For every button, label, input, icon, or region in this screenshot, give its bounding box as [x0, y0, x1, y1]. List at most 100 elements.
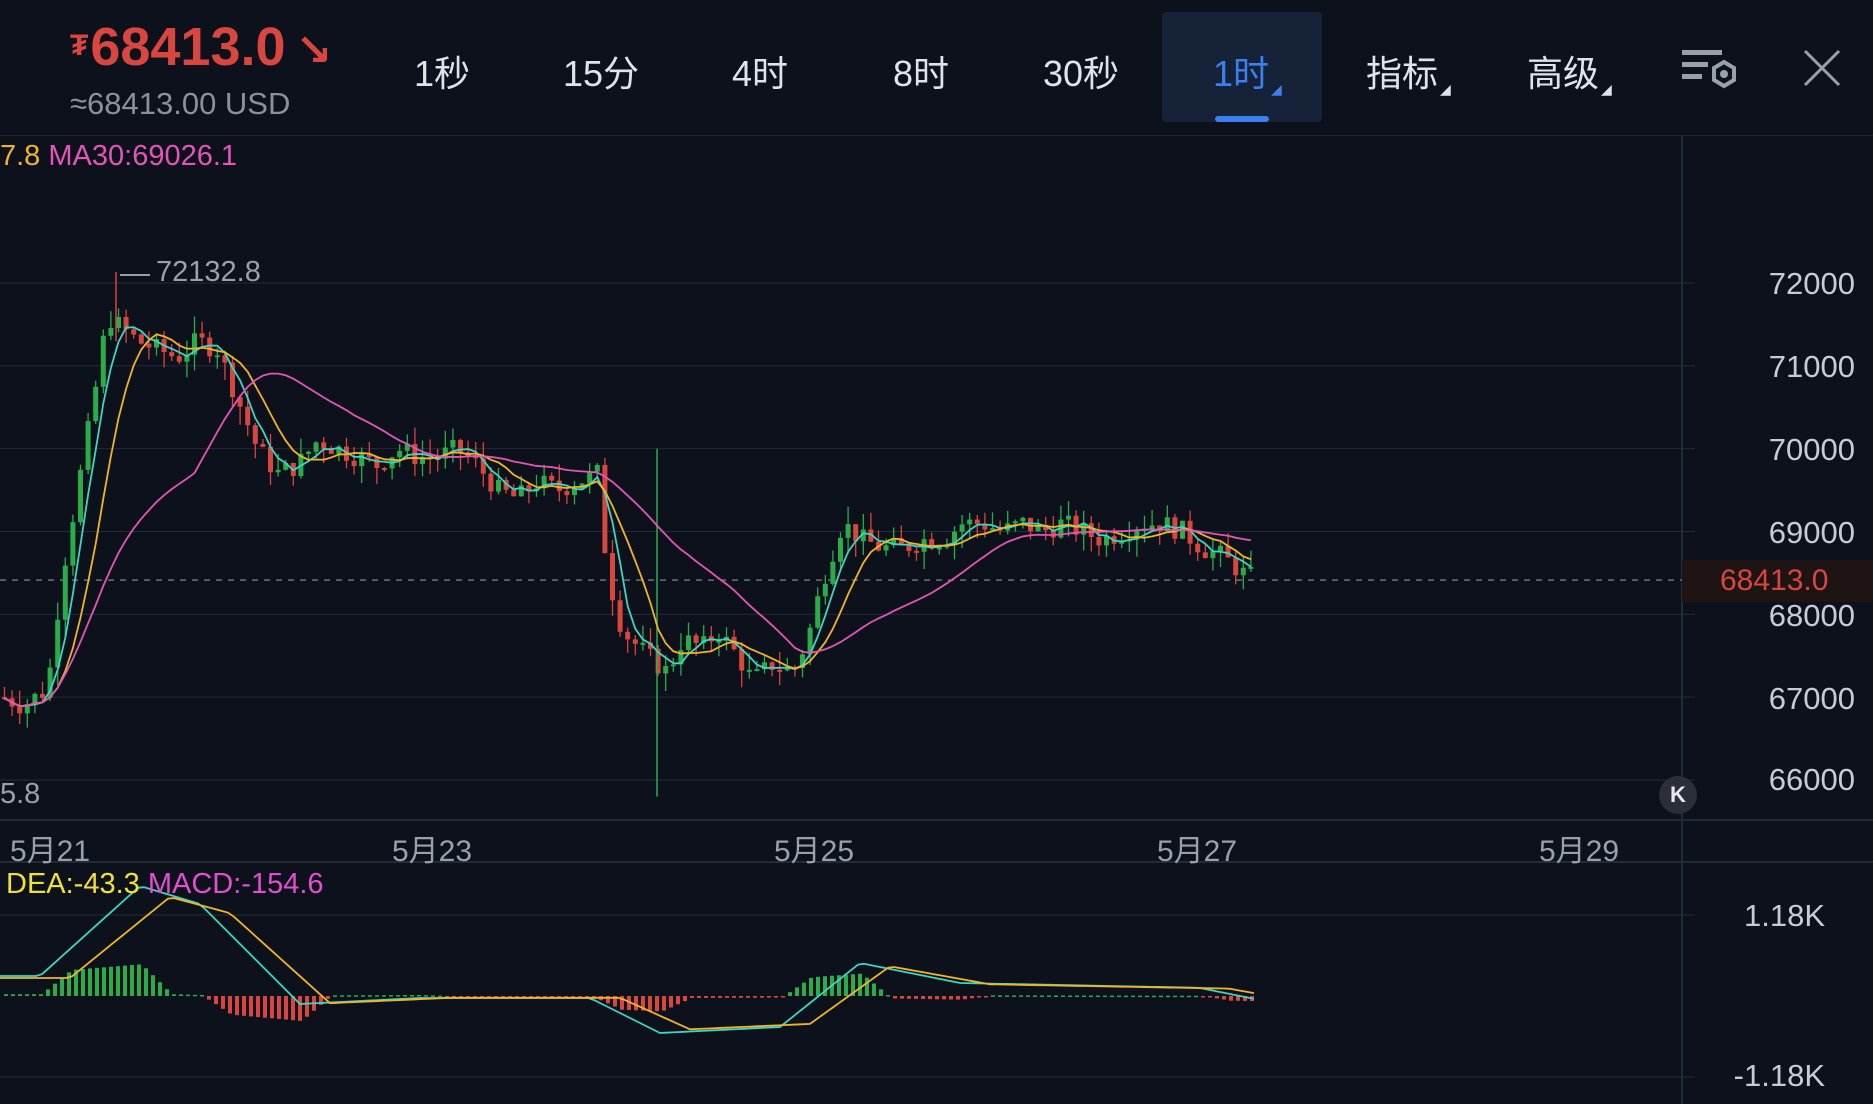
candle-body [610, 553, 615, 601]
candle-body [564, 491, 570, 496]
macd-histogram-bar [1222, 996, 1226, 1000]
x-tick: 5月29 [1539, 835, 1620, 868]
candle-body [746, 669, 752, 672]
candle-body [686, 635, 691, 651]
macd-histogram-bar [788, 992, 792, 996]
candle-body [777, 669, 783, 672]
candle-body [815, 596, 821, 628]
macd-histogram-bar [214, 996, 218, 1005]
macd-histogram-bar [753, 996, 757, 998]
y-tick: 69000 [1768, 515, 1855, 550]
macd-histogram-bar [60, 978, 64, 996]
macd-histogram-bar [186, 994, 190, 997]
macd-histogram-bar [340, 995, 344, 997]
macd-histogram-bar [1019, 995, 1023, 997]
macd-histogram-bar [949, 996, 953, 1000]
candle-body [739, 649, 745, 671]
macd-histogram-bar [11, 994, 15, 996]
macd-histogram-bar [116, 966, 120, 996]
macd-histogram-bar [1208, 996, 1212, 998]
macd-histogram-bar [669, 996, 673, 1008]
macd-histogram-bar [95, 967, 99, 996]
candle-body [1202, 552, 1208, 559]
candle-body [146, 343, 152, 348]
candle-body [1218, 545, 1223, 552]
macd-histogram-bar [676, 996, 680, 1005]
candle-body [306, 451, 311, 454]
macd-histogram-bar [683, 996, 687, 1002]
jump-to-latest-button[interactable]: K [1659, 776, 1697, 814]
candle-body [138, 334, 144, 344]
macd-histogram-bar [39, 994, 43, 996]
macd-histogram-bar [1005, 995, 1009, 997]
macd-histogram-bar [886, 995, 890, 997]
macd-histogram-bar [403, 995, 407, 997]
macd-histogram-bar [438, 995, 442, 998]
macd-value: MACD:-154.6 [147, 868, 324, 900]
macd-histogram-bar [1138, 995, 1142, 998]
candle-body [1233, 557, 1239, 576]
macd-histogram-bar [88, 968, 92, 996]
candle-body [754, 669, 760, 672]
macd-histogram-bar [1215, 996, 1219, 999]
candle-body [549, 475, 555, 481]
candle-body [663, 666, 669, 674]
candle-body [640, 642, 646, 645]
high-marker-label: 72132.8 [156, 256, 261, 288]
candle-body [207, 337, 213, 357]
macd-histogram-bar [172, 994, 176, 996]
macd-histogram-bar [914, 996, 918, 999]
candle-body [556, 480, 562, 492]
candle-body [214, 355, 220, 358]
y-tick: 72000 [1768, 266, 1855, 301]
candlestick-chart[interactable] [0, 0, 1873, 1104]
macd-histogram-bar [963, 996, 967, 1000]
candle-body [40, 693, 45, 698]
macd-histogram-bar [305, 996, 309, 1017]
candle-body [260, 443, 266, 447]
ma-partial-value: 7.8 [0, 140, 41, 172]
macd-histogram-bar [1075, 995, 1079, 998]
macd-histogram-bar [25, 994, 29, 996]
macd-histogram-bar [1082, 995, 1086, 998]
macd-histogram-bar [718, 996, 722, 998]
macd-histogram-bar [368, 995, 372, 997]
candle-body [100, 335, 106, 387]
macd-histogram-bar [1229, 996, 1233, 1001]
macd-histogram-bar [998, 995, 1002, 997]
macd-histogram-bar [648, 996, 652, 1011]
candle-body [1066, 515, 1071, 520]
macd-histogram-bar [697, 996, 701, 998]
macd-histogram-bar [1026, 995, 1030, 997]
macd-histogram-bar [816, 976, 820, 996]
candle-body [511, 489, 517, 497]
candle-body [822, 583, 828, 597]
candle-body [488, 473, 494, 492]
macd-histogram-bar [53, 983, 57, 996]
macd-histogram-bar [1159, 995, 1163, 998]
macd-histogram-bar [1061, 995, 1065, 997]
candle-body [1248, 566, 1254, 569]
macd-histogram-bar [277, 996, 281, 1019]
macd-histogram-bar [977, 996, 981, 998]
candle-body [382, 468, 387, 471]
macd-legend: DEA:-43.3 MACD:-154.6 [6, 868, 324, 901]
candle-body [693, 635, 699, 643]
macd-histogram-bar [130, 965, 134, 996]
candle-body [70, 522, 76, 566]
macd-histogram-bar [417, 994, 421, 997]
high-marker-line [120, 274, 150, 276]
candle-body [594, 464, 600, 472]
macd-histogram-bar [242, 996, 246, 1016]
macd-histogram-bar [165, 989, 169, 996]
ma30-value: MA30:69026.1 [48, 140, 238, 172]
macd-histogram-bar [1117, 995, 1121, 998]
candle-body [131, 329, 137, 335]
candle-body [359, 453, 365, 467]
macd-histogram-bar [18, 994, 22, 996]
macd-histogram-bar [137, 964, 141, 996]
macd-histogram-bar [158, 982, 162, 996]
macd-histogram-bar [235, 996, 239, 1016]
macd-histogram-bar [844, 974, 848, 996]
macd-histogram-bar [991, 995, 995, 997]
